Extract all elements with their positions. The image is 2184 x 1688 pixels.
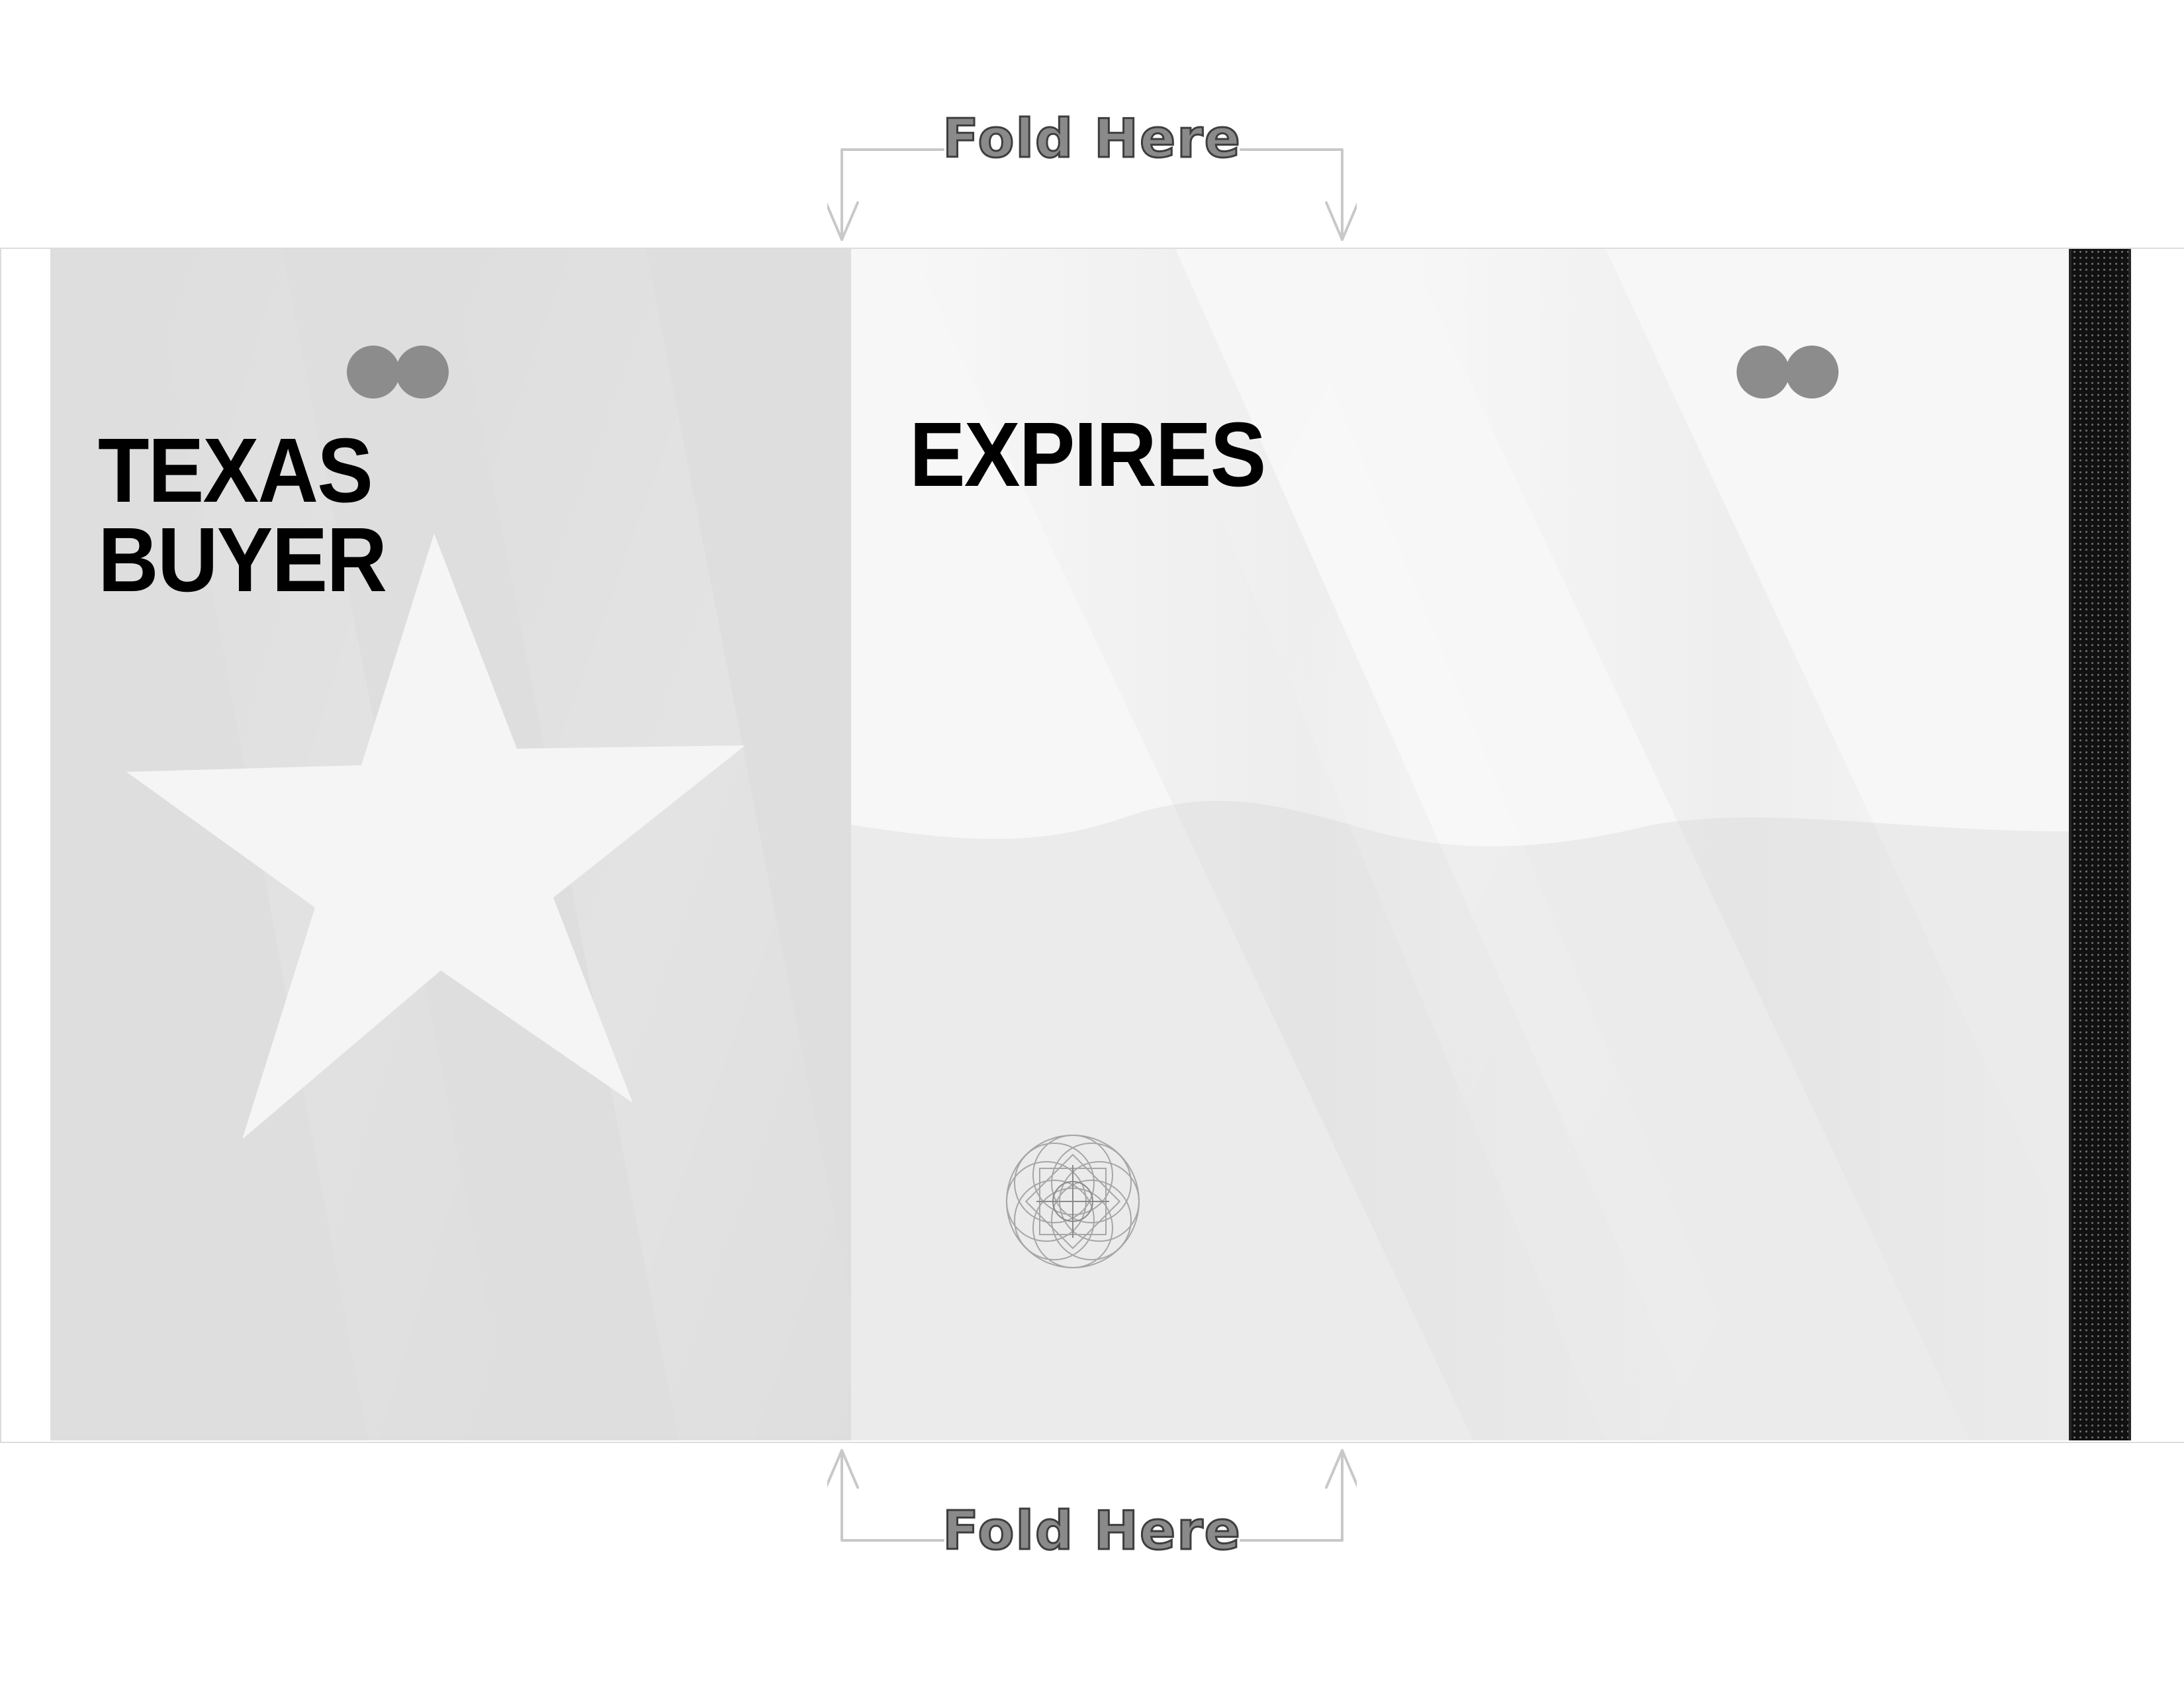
title-line-texas: TEXAS (98, 420, 373, 522)
dot-left (1737, 346, 1790, 399)
double-dot-icon (347, 346, 450, 399)
card-title-expires: EXPIRES (909, 404, 1266, 506)
fold-label-top: Fold Here (942, 108, 1242, 169)
title-line-expires: EXPIRES (909, 404, 1266, 506)
dot-right (1786, 346, 1839, 399)
document-page: Fold Here TEXAS BUYER EXPIRES Fold Here (0, 0, 2184, 1688)
dot-left (347, 346, 400, 399)
dot-right (396, 346, 449, 399)
fold-indicator-top: Fold Here (827, 99, 1357, 241)
card-title-left: TEXAS BUYER (98, 420, 387, 612)
fold-indicator-bottom: Fold Here (827, 1440, 1357, 1559)
hologram-seal-icon (1006, 1135, 1140, 1268)
double-dot-icon (1737, 346, 1840, 399)
title-line-buyer: BUYER (98, 509, 387, 612)
magnetic-stripe (2069, 249, 2131, 1440)
fold-label-bottom: Fold Here (942, 1500, 1242, 1562)
